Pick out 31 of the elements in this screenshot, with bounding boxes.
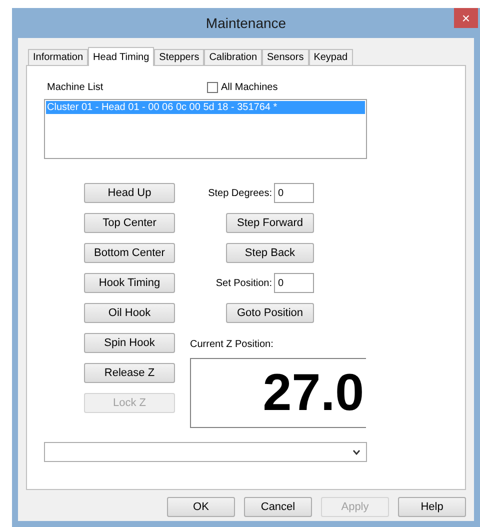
push-button[interactable]: Release Z — [84, 363, 175, 383]
input-field[interactable]: 0 — [274, 273, 314, 293]
checkbox-label: All Machines — [221, 81, 278, 95]
tab[interactable]: Sensors — [262, 49, 309, 65]
push-button[interactable]: Step Forward — [226, 213, 314, 233]
push-button[interactable]: Goto Position — [226, 303, 314, 323]
chevron-down-icon — [353, 450, 360, 454]
field-label: Step Degrees: — [208, 186, 272, 200]
tab[interactable]: Steppers — [154, 49, 204, 65]
push-button[interactable]: Oil Hook — [84, 303, 175, 323]
push-button[interactable]: Spin Hook — [84, 333, 175, 353]
push-button[interactable]: Cancel — [244, 497, 312, 517]
position-value: 27.0 — [262, 367, 364, 419]
field-label: Set Position: — [216, 276, 272, 290]
push-button[interactable]: Head Up — [84, 183, 175, 203]
input-field[interactable]: 0 — [274, 183, 314, 203]
push-button[interactable]: Bottom Center — [84, 243, 175, 263]
machine-list-label: Machine List — [47, 81, 104, 95]
push-button[interactable]: Step Back — [226, 243, 314, 263]
close-button[interactable]: × — [454, 8, 478, 28]
tab[interactable]: Head Timing — [88, 47, 154, 66]
push-button[interactable]: Top Center — [84, 213, 175, 233]
tab[interactable]: Calibration — [204, 49, 262, 65]
tab[interactable]: Keypad — [308, 49, 353, 65]
push-button[interactable]: Hook Timing — [84, 273, 175, 293]
position-label: Current Z Position: — [190, 338, 274, 352]
window-title: Maintenance — [206, 14, 286, 32]
push-button[interactable]: Help — [398, 497, 466, 517]
checkbox[interactable] — [207, 82, 218, 93]
tab[interactable]: Information — [28, 49, 88, 65]
push-button[interactable]: OK — [167, 497, 235, 517]
